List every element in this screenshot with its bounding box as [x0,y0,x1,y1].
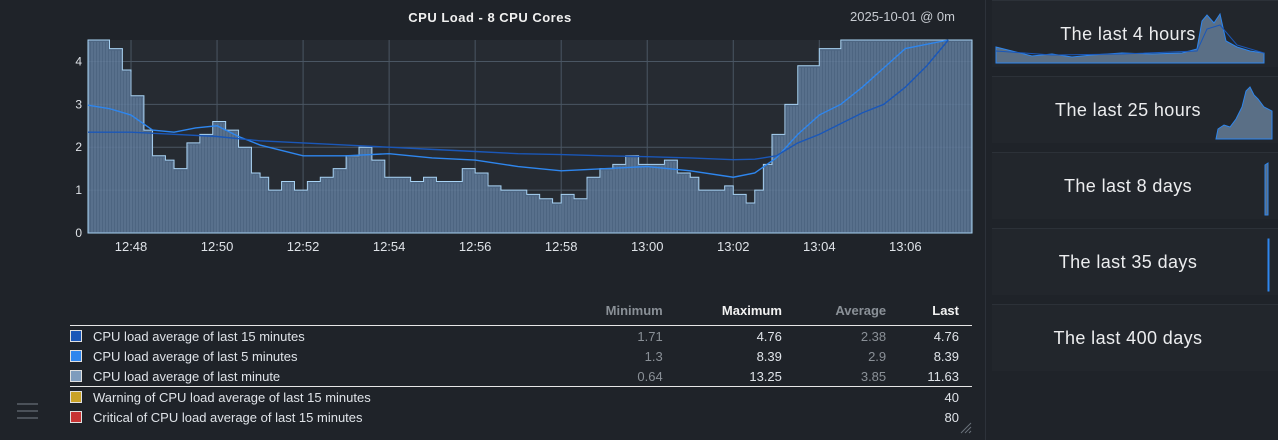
legend-row-load15[interactable]: CPU load average of last 15 minutes 1.71… [70,326,972,347]
legend-label: Warning of CPU load average of last 15 m… [93,389,371,405]
legend-table: Minimum Maximum Average Last CPU load av… [70,300,972,427]
legend-row-critical[interactable]: Critical of CPU load average of last 15 … [70,407,972,427]
legend-label: CPU load average of last minute [93,368,281,384]
timerange-8-days[interactable]: The last 8 days [992,152,1278,219]
y-tick-label: 3 [75,97,82,111]
x-tick-label: 12:48 [115,239,148,254]
cpu-load-graph-panel: CPU Load - 8 CPU Cores 2025-10-01 @ 0m 0… [0,0,986,440]
timerange-label: The last 35 days [1058,251,1198,272]
legend-swatch-warning [70,391,82,403]
timerange-400-days[interactable]: The last 400 days [992,304,1278,371]
legend-last-value: 4.76 [933,328,959,344]
timerange-4-hours[interactable]: The last 4 hours [992,0,1278,67]
legend-col-maximum[interactable]: Maximum [675,300,795,326]
legend-avg-value: 2.9 [868,348,887,364]
timerange-25-hours[interactable]: The last 25 hours [992,76,1278,143]
timerange-label: The last 4 hours [1060,23,1196,44]
legend-min-value: 1.3 [644,348,663,364]
legend-row-warning[interactable]: Warning of CPU load average of last 15 m… [70,386,972,407]
legend-label: CPU load average of last 5 minutes [93,348,298,364]
legend-label: CPU load average of last 15 minutes [93,328,305,344]
legend-swatch-load15 [70,330,82,342]
timerange-label: The last 8 days [1063,175,1193,196]
x-tick-label: 12:54 [373,239,406,254]
legend-col-last[interactable]: Last [899,300,972,326]
cpu-load-chart[interactable]: 0 1 2 3 4 12:48 12:50 12:52 12:54 12:56 12:58 13:00… [0,0,985,260]
legend-col-name [70,300,562,326]
x-tick-label: 12:56 [459,239,492,254]
legend-row-load5[interactable]: CPU load average of last 5 minutes 1.3 8… [70,346,972,366]
legend-min-value: 0.64 [637,368,663,384]
x-tick-label: 12:50 [201,239,234,254]
legend-swatch-load1 [70,370,82,382]
time-range-sidebar: The last 4 hours The last 25 hours The l… [992,0,1278,380]
y-tick-label: 2 [75,140,82,154]
x-tick-label: 12:52 [287,239,320,254]
timerange-label: The last 25 hours [1055,99,1201,120]
legend-header-row: Minimum Maximum Average Last [70,300,972,326]
legend-avg-value: 2.38 [860,328,887,344]
legend-min-value: 1.71 [637,328,663,344]
y-tick-label: 4 [75,54,82,68]
legend-swatch-load5 [70,350,82,362]
x-tick-label: 13:00 [631,239,664,254]
y-tick-label: 0 [75,226,82,240]
legend-last-value: 11.63 [927,368,959,384]
legend-last-value: 8.39 [933,348,959,364]
legend-col-average[interactable]: Average [794,300,900,326]
legend-avg-value: 3.85 [860,368,887,384]
timerange-label: The last 400 days [1053,327,1203,348]
x-tick-label: 13:04 [803,239,836,254]
resize-handle-icon[interactable] [958,420,972,434]
x-tick-label: 13:06 [889,239,922,254]
x-tick-label: 13:02 [717,239,750,254]
legend-max-value: 8.39 [756,348,782,364]
legend-last-value: 40 [899,386,972,407]
legend-row-load1[interactable]: CPU load average of last minute 0.64 13.… [70,366,972,387]
legend-max-value: 4.76 [756,328,782,344]
legend-swatch-critical [70,411,82,423]
hamburger-menu-icon[interactable] [17,403,38,420]
timerange-35-days[interactable]: The last 35 days [992,228,1278,295]
legend-col-minimum[interactable]: Minimum [561,300,676,326]
legend-max-value: 13.25 [749,368,782,384]
legend-label: Critical of CPU load average of last 15 … [93,409,363,425]
x-tick-label: 12:58 [545,239,578,254]
y-tick-label: 1 [75,183,82,197]
